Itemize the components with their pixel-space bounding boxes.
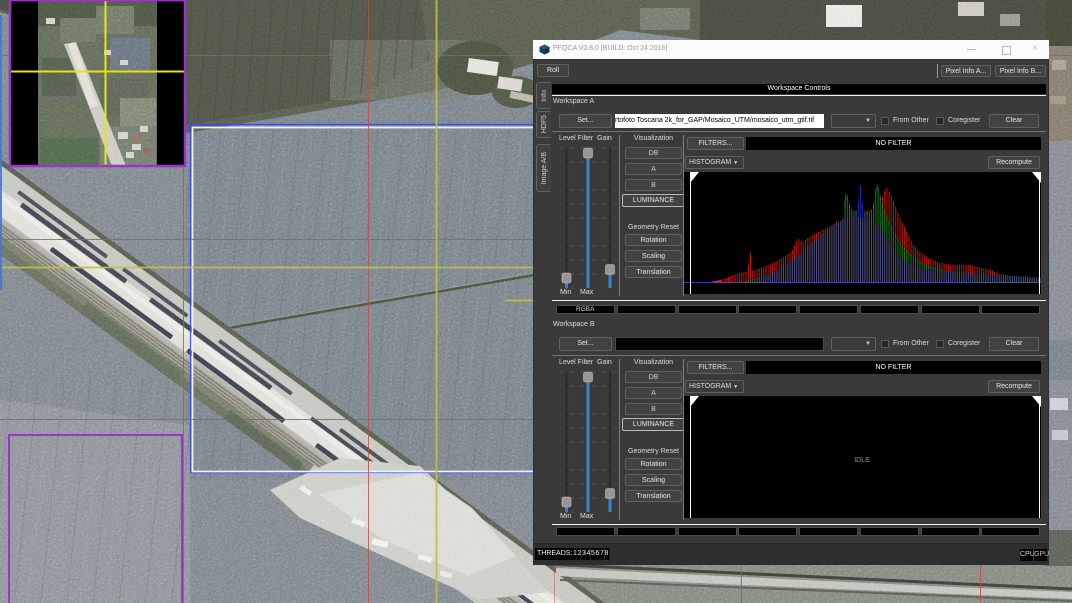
svg-text:IDLE: IDLE — [854, 457, 870, 464]
